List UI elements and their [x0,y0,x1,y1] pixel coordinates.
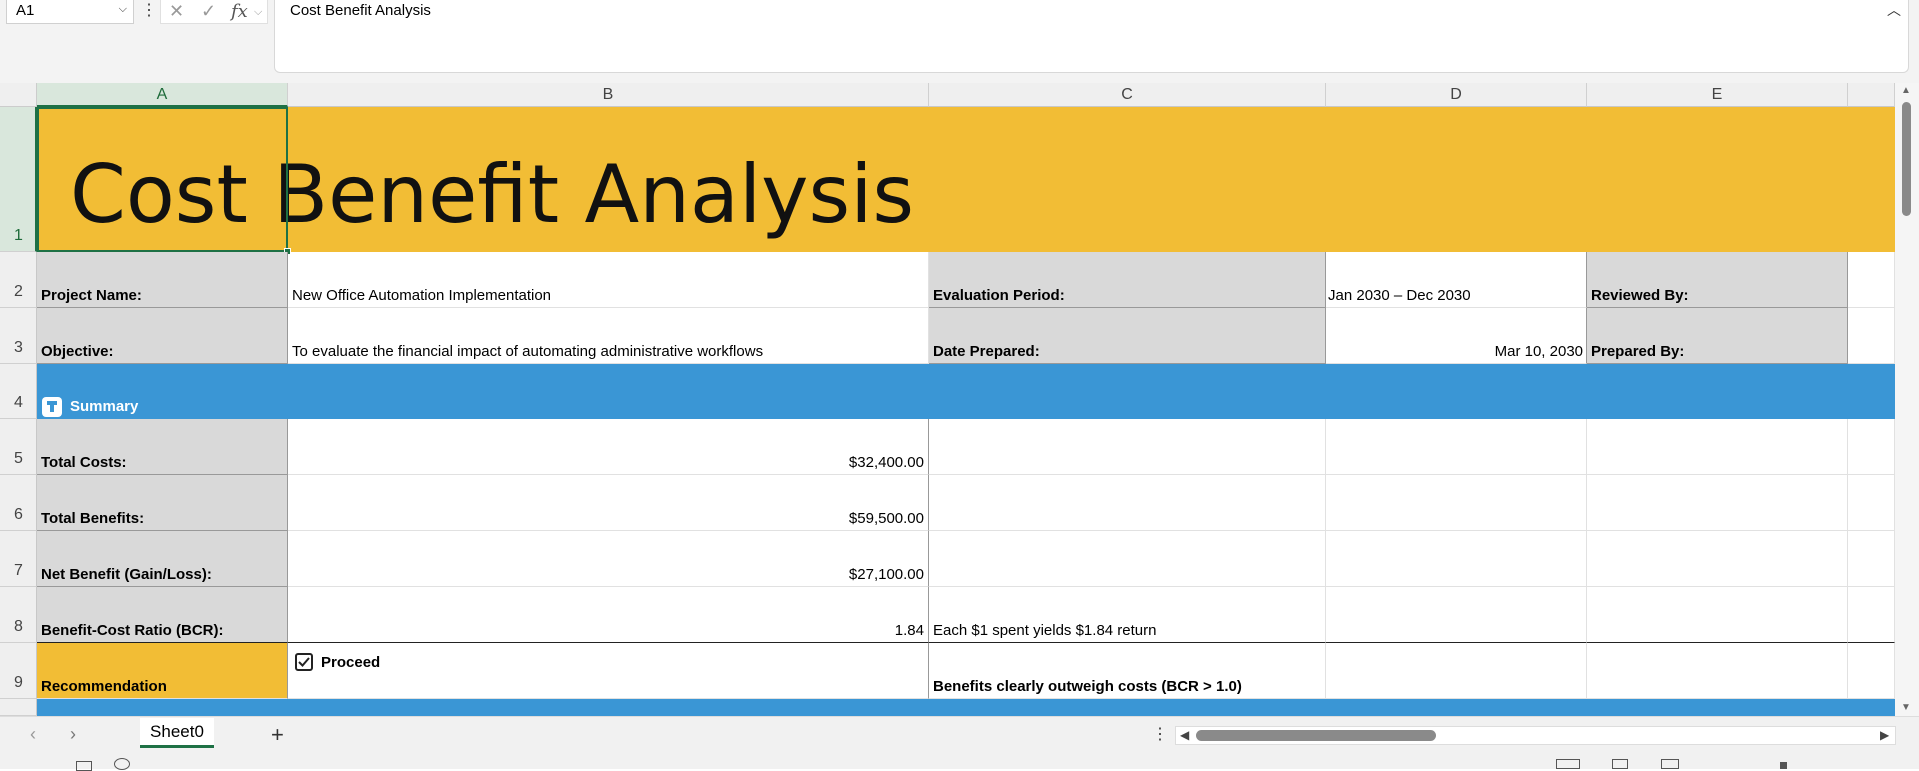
formula-actions: ✕ ✓ fx ⌵ [160,0,268,24]
cell-d2[interactable]: Jan 2030 – Dec 2030 [1326,252,1587,308]
cell-f7[interactable] [1848,531,1895,587]
cell-mode-icon [76,761,92,771]
cell-a6[interactable]: Total Benefits: [37,475,288,531]
name-box[interactable]: A1 ⌵ [6,0,134,24]
cell-c8[interactable]: Each $1 spent yields $1.84 return [929,587,1326,643]
cell-b6[interactable]: $59,500.00 [288,475,929,531]
cell-e6[interactable] [1587,475,1848,531]
cell-b7[interactable]: $27,100.00 [288,531,929,587]
column-header-f[interactable] [1848,83,1895,107]
select-all-corner[interactable] [0,83,37,107]
chevron-down-icon[interactable]: ⌵ [119,3,127,16]
active-cell-selection [37,107,288,252]
row-header-2[interactable]: 2 [0,252,37,308]
cell-e5[interactable] [1587,419,1848,475]
cell-d8[interactable] [1326,587,1587,643]
name-box-value: A1 [16,2,35,19]
recommendation-value: Proceed [321,654,381,671]
accessibility-icon[interactable] [114,758,130,770]
cell-b8[interactable]: 1.84 [288,587,929,643]
normal-view-icon[interactable] [1556,759,1580,769]
cell-c3[interactable]: Date Prepared: [929,308,1326,364]
cancel-icon[interactable]: ✕ [169,1,184,22]
confirm-icon[interactable]: ✓ [201,1,216,22]
page-layout-icon[interactable] [1612,759,1628,769]
column-header-b[interactable]: B [288,83,929,107]
cell-a5[interactable]: Total Costs: [37,419,288,475]
cell-b2[interactable]: New Office Automation Implementation [288,252,929,308]
scroll-right-icon[interactable]: ▶ [1880,728,1889,742]
status-bar [0,756,1919,769]
cell-c9[interactable]: Benefits clearly outweigh costs (BCR > 1… [929,643,1326,699]
cell-f2[interactable] [1848,252,1895,308]
summary-band[interactable] [37,364,1895,419]
formula-input[interactable]: Cost Benefit Analysis [274,0,1909,73]
next-sheet-icon[interactable]: › [70,724,76,745]
vertical-scroll-thumb[interactable] [1902,102,1911,216]
zoom-slider-thumb[interactable] [1780,762,1787,769]
cell-a8[interactable]: Benefit-Cost Ratio (BCR): [37,587,288,643]
cell-d7[interactable] [1326,531,1587,587]
collapse-formula-bar-icon[interactable]: ︿ [1887,0,1901,20]
table-icon [42,397,62,417]
column-header-c[interactable]: C [929,83,1326,107]
row-header-3[interactable]: 3 [0,308,37,364]
scroll-left-icon[interactable]: ◀ [1180,728,1189,742]
prev-sheet-icon[interactable]: ‹ [30,724,36,745]
row-header-8[interactable]: 8 [0,587,37,643]
sheet-tab-sheet0[interactable]: Sheet0 [140,718,214,748]
summary-label: Summary [70,398,139,415]
cell-e3[interactable]: Prepared By: [1587,308,1848,364]
horizontal-scroll-thumb[interactable] [1196,730,1436,741]
row-header-9[interactable]: 9 [0,643,37,699]
more-options-icon[interactable]: ⋮ [141,0,157,24]
cell-a3[interactable]: Objective: [37,308,288,364]
cell-c2[interactable]: Evaluation Period: [929,252,1326,308]
row-header-7[interactable]: 7 [0,531,37,587]
column-header-a[interactable]: A [37,83,288,107]
column-header-d[interactable]: D [1326,83,1587,107]
cell-e8[interactable] [1587,587,1848,643]
cell-d9[interactable] [1326,643,1587,699]
cell-e9[interactable] [1587,643,1848,699]
cell-d6[interactable] [1326,475,1587,531]
checkbox-checked-icon[interactable] [295,653,313,671]
cell-c6[interactable] [929,475,1326,531]
cell-a2[interactable]: Project Name: [37,252,288,308]
chevron-down-icon[interactable]: ⌵ [254,6,262,19]
cell-f8[interactable] [1848,587,1895,643]
section-band[interactable] [37,699,1895,716]
more-options-icon[interactable]: ⋮ [1152,724,1168,744]
cell-b5[interactable]: $32,400.00 [288,419,929,475]
cell-d3[interactable]: Mar 10, 2030 [1326,308,1587,364]
cell-f6[interactable] [1848,475,1895,531]
cell-c5[interactable] [929,419,1326,475]
scroll-down-icon[interactable]: ▼ [1901,702,1911,713]
row-header-4[interactable]: 4 [0,364,37,419]
cell-e2[interactable]: Reviewed By: [1587,252,1848,308]
insert-function-icon[interactable]: fx [231,1,248,22]
cell-b3[interactable]: To evaluate the financial impact of auto… [288,308,929,364]
cell-f3[interactable] [1848,308,1895,364]
row-header-5[interactable]: 5 [0,419,37,475]
column-header-e[interactable]: E [1587,83,1848,107]
page-break-view-icon[interactable] [1661,759,1679,769]
cell-d5[interactable] [1326,419,1587,475]
scroll-up-icon[interactable]: ▲ [1901,85,1911,96]
row-header-10[interactable] [0,699,37,716]
cell-e7[interactable] [1587,531,1848,587]
cell-a7[interactable]: Net Benefit (Gain/Loss): [37,531,288,587]
cell-f5[interactable] [1848,419,1895,475]
cell-a9[interactable]: Recommendation [37,643,288,699]
cell-b9[interactable]: Proceed [288,643,929,699]
cell-f9[interactable] [1848,643,1895,699]
cell-c7[interactable] [929,531,1326,587]
row-header-1[interactable]: 1 [0,107,37,252]
row-header-6[interactable]: 6 [0,475,37,531]
add-sheet-icon[interactable]: + [271,722,284,748]
